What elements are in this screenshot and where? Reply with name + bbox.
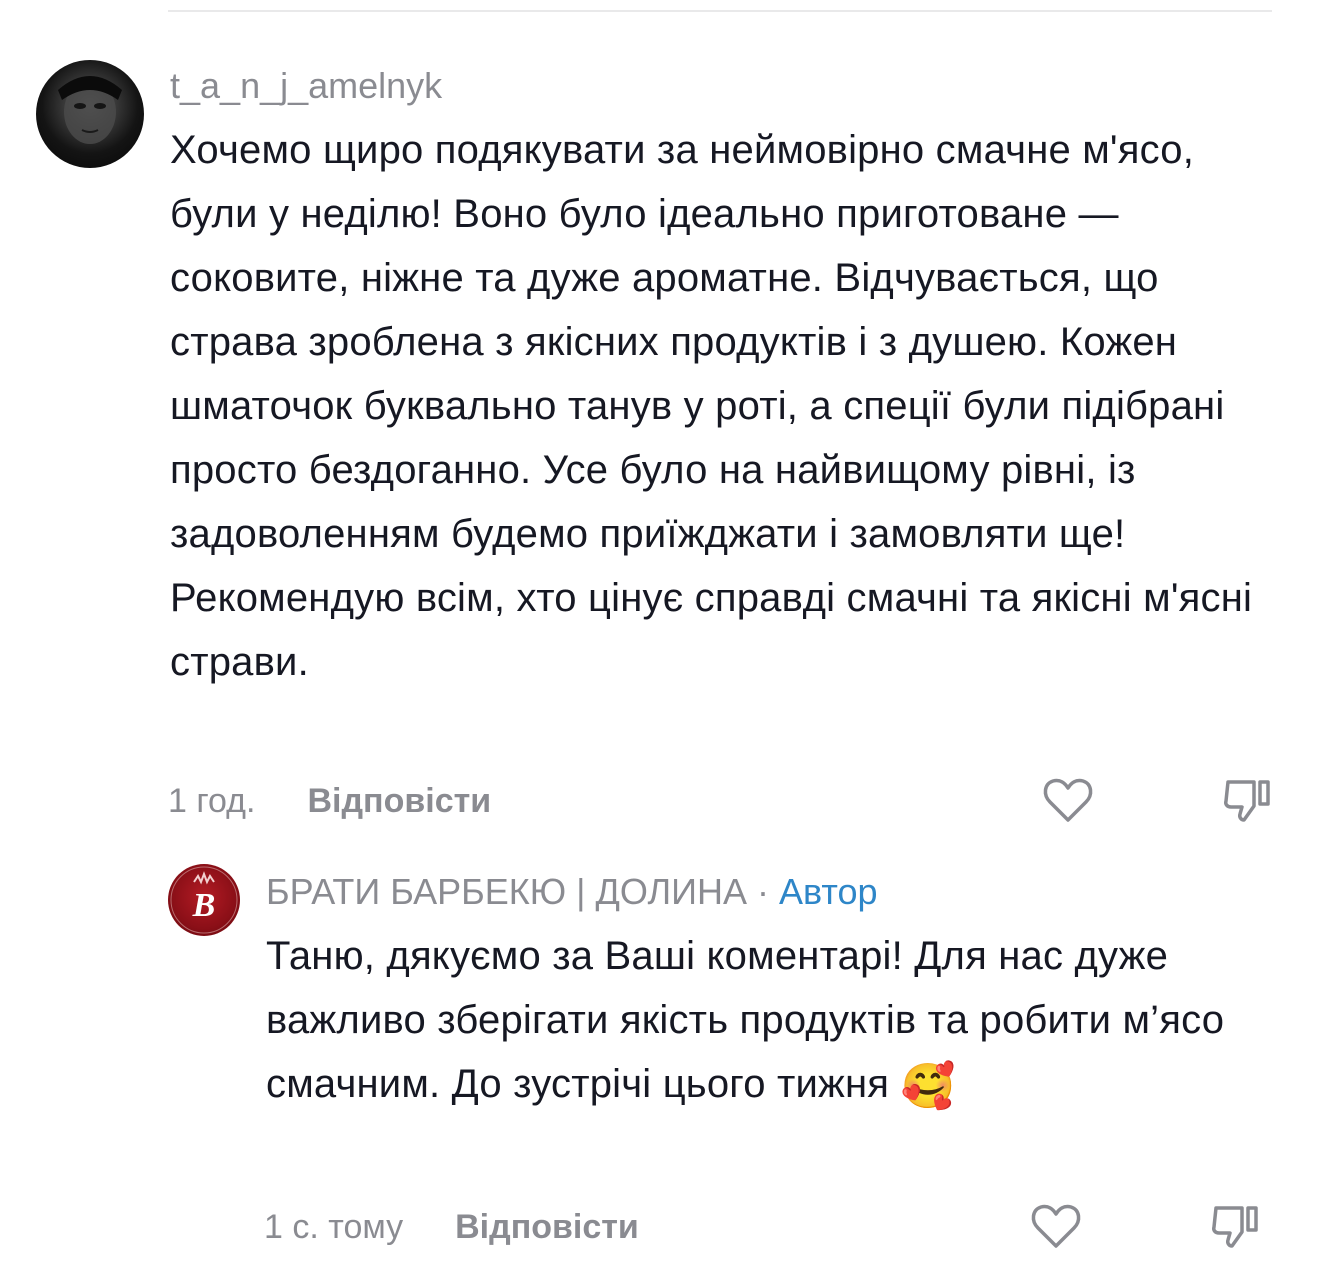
heart-icon[interactable] bbox=[1028, 1198, 1084, 1254]
user-avatar[interactable] bbox=[36, 60, 144, 168]
comment-meta: 1 год. Відповісти bbox=[168, 776, 491, 826]
smiling-face-with-hearts-emoji: 🥰 bbox=[900, 1062, 956, 1111]
reply-timestamp: 1 с. тому bbox=[264, 1207, 404, 1246]
top-divider bbox=[168, 10, 1272, 12]
thumbs-down-icon[interactable] bbox=[1220, 772, 1276, 828]
reply-meta: 1 с. тому Відповісти bbox=[264, 1202, 639, 1252]
reply-username[interactable]: БРАТИ БАРБЕКЮ | ДОЛИНА bbox=[266, 871, 747, 912]
comment-text: Хочемо щиро подякувати за неймовірно сма… bbox=[170, 128, 1253, 684]
comment-timestamp: 1 год. bbox=[168, 781, 256, 820]
heart-icon[interactable] bbox=[1040, 772, 1096, 828]
reply-text-block: Таню, дякуємо за Ваші коментарі! Для нас… bbox=[266, 924, 1276, 1119]
reply-button[interactable]: Відповісти bbox=[307, 782, 491, 821]
comment-username[interactable]: t_a_n_j_amelnyk bbox=[170, 65, 442, 106]
author-badge: Автор bbox=[779, 871, 878, 912]
thumbs-down-icon[interactable] bbox=[1208, 1198, 1264, 1254]
reply-button[interactable]: Відповісти bbox=[455, 1208, 639, 1247]
separator-dot: · bbox=[757, 871, 769, 912]
reply-username-line: БРАТИ БАРБЕКЮ | ДОЛИНА · Автор bbox=[266, 870, 878, 914]
svg-text:B: B bbox=[192, 887, 216, 924]
comment-username-line: t_a_n_j_amelnyk bbox=[170, 64, 442, 108]
reply-text: Таню, дякуємо за Ваші коментарі! Для нас… bbox=[266, 934, 1225, 1106]
brand-logo-avatar[interactable]: B bbox=[168, 864, 240, 936]
